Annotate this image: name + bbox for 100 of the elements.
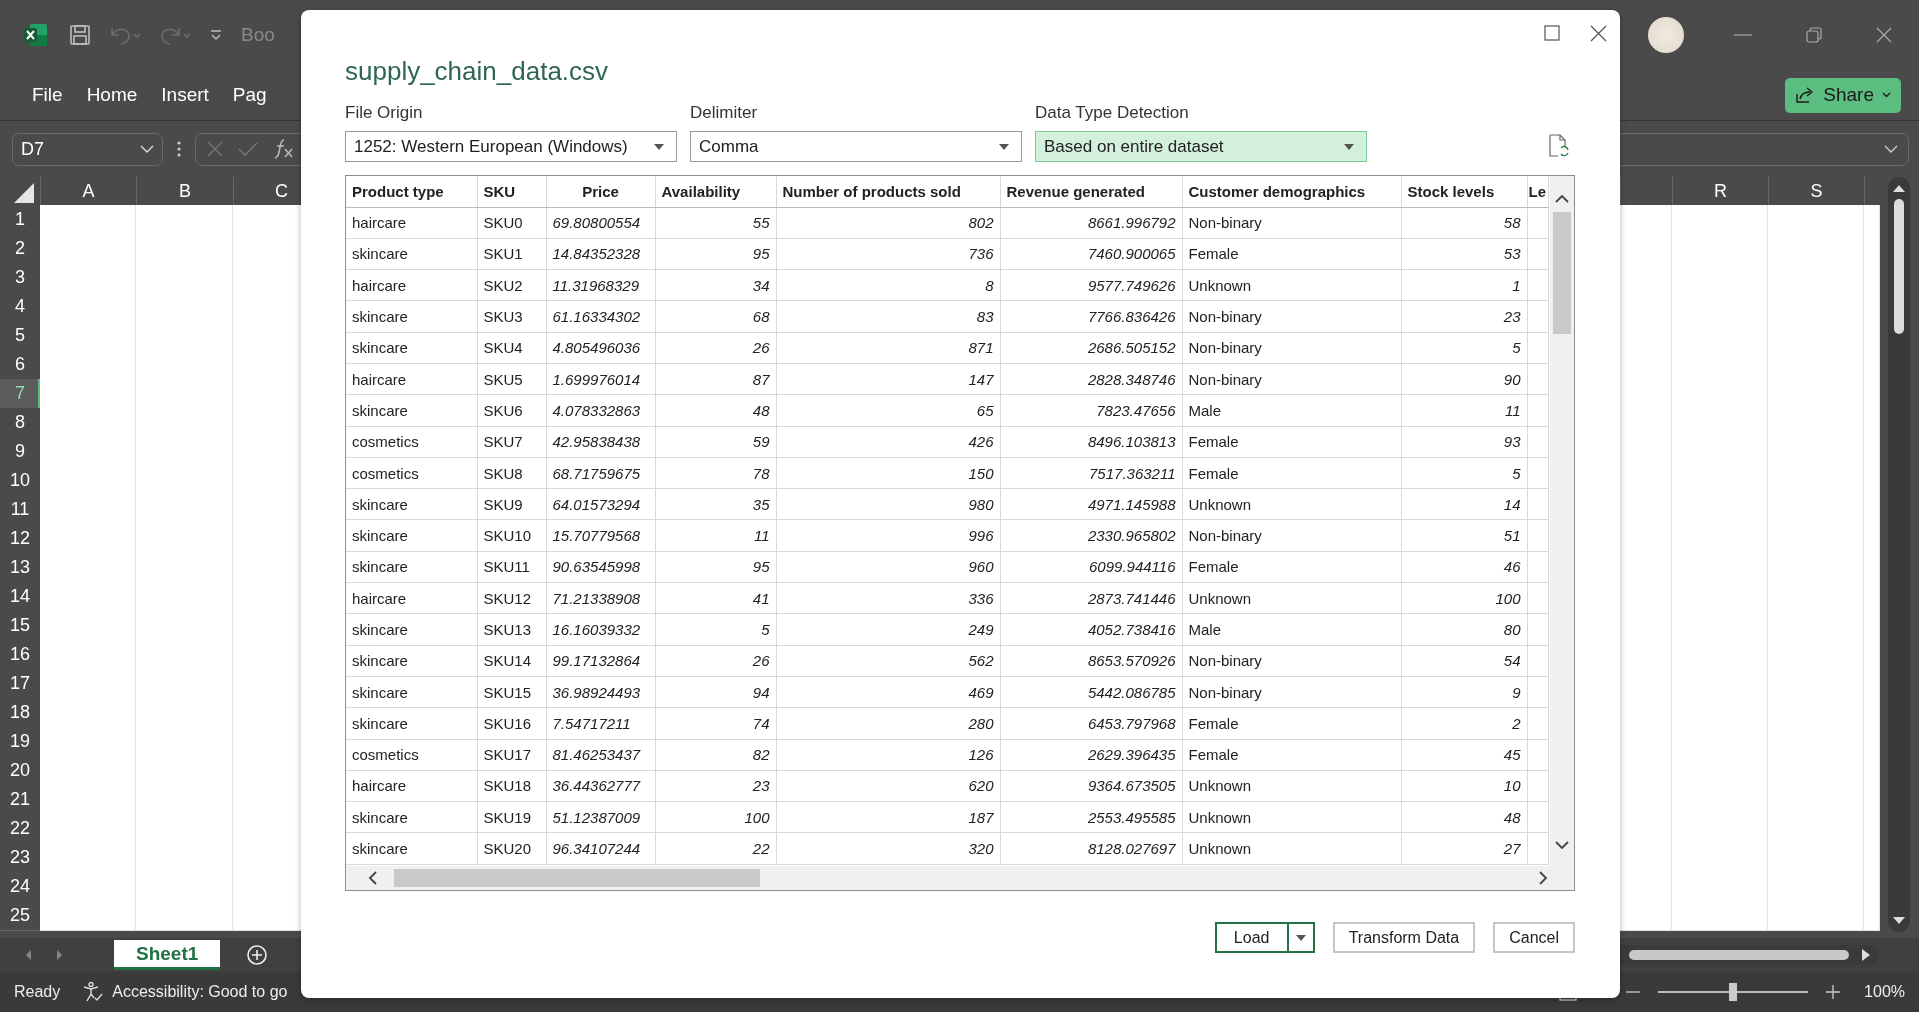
table-cell: SKU5: [477, 363, 546, 395]
table-cell: Female: [1182, 739, 1401, 771]
vertical-scrollbar[interactable]: [1888, 177, 1910, 932]
next-sheet-icon[interactable]: [56, 949, 64, 961]
table-cell: 9577.749626: [1000, 269, 1182, 301]
row-header[interactable]: 7: [0, 379, 40, 409]
customize-icon[interactable]: [209, 28, 223, 42]
table-cell: 5442.086785: [1000, 676, 1182, 708]
minimize-icon[interactable]: [1734, 34, 1752, 36]
grid-cell[interactable]: [1620, 205, 1672, 235]
table-cell: SKU18: [477, 770, 546, 802]
grid-cell[interactable]: [40, 901, 136, 931]
load-button[interactable]: Load: [1216, 924, 1289, 951]
sheet-tab[interactable]: Sheet1: [114, 940, 221, 970]
table-cell: 41: [655, 582, 776, 614]
expand-icon[interactable]: [1884, 145, 1898, 153]
table-cell: 2330.965802: [1000, 519, 1182, 552]
cancel-icon[interactable]: [206, 140, 224, 158]
scroll-down-icon[interactable]: [1555, 840, 1569, 850]
status-text: Ready: [14, 983, 61, 1001]
scroll-thumb[interactable]: [1629, 950, 1849, 960]
function-icon[interactable]: [272, 138, 294, 160]
table-cell: skincare: [346, 551, 477, 583]
table-cell: 187: [776, 801, 1000, 833]
grid-cell[interactable]: [40, 205, 136, 235]
dialog-button[interactable]: Cancel: [1493, 922, 1575, 953]
table-cell: haircare: [346, 582, 477, 614]
dropdown-arrow-icon[interactable]: [1295, 934, 1306, 941]
table-cell: SKU2: [477, 269, 546, 301]
scroll-up-icon[interactable]: [1555, 194, 1569, 204]
add-sheet-icon[interactable]: [246, 944, 269, 966]
check-icon[interactable]: [238, 141, 258, 157]
ribbon-tab[interactable]: Home: [86, 84, 138, 106]
table-cell: SKU17: [477, 739, 546, 771]
previous-sheet-icon[interactable]: [24, 949, 32, 961]
table-cell: Unknown: [1182, 832, 1401, 865]
table-cell: 96.34107244: [546, 832, 655, 865]
table-cell: 99.17132864: [546, 645, 655, 677]
scroll-left-icon[interactable]: [368, 871, 378, 885]
scroll-right-icon[interactable]: [1538, 871, 1548, 885]
table-cell: 8496.103813: [1000, 426, 1182, 458]
table-cell: skincare: [346, 676, 477, 708]
grid-cell[interactable]: [1672, 901, 1768, 931]
table-cell: 2553.495585: [1000, 801, 1182, 833]
grid-cell[interactable]: [1864, 901, 1880, 931]
accessibility-status[interactable]: Accessibility: Good to go: [112, 983, 288, 1001]
chevron-icon[interactable]: [140, 145, 154, 153]
table-cell: 5: [1401, 457, 1527, 489]
grid-cell[interactable]: [136, 901, 233, 931]
ribbon-tab[interactable]: Pag: [232, 84, 267, 106]
table-cell: 26: [655, 645, 776, 677]
grid-cell[interactable]: [1864, 205, 1880, 235]
row-header[interactable]: 25: [0, 901, 40, 931]
grid-cell[interactable]: [136, 205, 233, 235]
scroll-right-icon[interactable]: [1861, 948, 1871, 962]
table-cell: haircare: [346, 363, 477, 395]
grid-cell[interactable]: [1672, 205, 1768, 235]
table-cell: skincare: [346, 707, 477, 740]
name-box[interactable]: D7: [12, 132, 163, 166]
table-cell: 87: [655, 363, 776, 395]
table-cell: SKU3: [477, 300, 546, 333]
grid-cell[interactable]: [1768, 205, 1864, 235]
zoom-in-icon[interactable]: [1826, 985, 1841, 999]
refresh-icon[interactable]: [1549, 134, 1569, 158]
scroll-up-icon[interactable]: [1892, 183, 1906, 193]
table-cell: Non-binary: [1182, 207, 1401, 239]
vertical-scrollbar[interactable]: [1550, 176, 1574, 866]
horizontal-scrollbar[interactable]: [346, 866, 1574, 890]
spreadsheet-logo-icon: [23, 22, 49, 48]
table-cell: 426: [776, 426, 1000, 458]
accessibility-icon[interactable]: [82, 981, 105, 1003]
table-cell: 960: [776, 551, 1000, 583]
dropdown[interactable]: Based on entire dataset: [1035, 131, 1367, 162]
scroll-down-icon[interactable]: [1892, 916, 1906, 926]
ribbon-tab[interactable]: File: [32, 84, 63, 106]
column-header: Customer demographics: [1182, 176, 1401, 207]
share-button[interactable]: Share: [1785, 77, 1901, 113]
table-cell: 280: [776, 707, 1000, 740]
close-icon[interactable]: [1876, 27, 1892, 43]
restore-icon[interactable]: [1806, 27, 1822, 43]
dropdown[interactable]: 1252: Western European (Windows): [345, 131, 677, 162]
column-header: Availability: [655, 176, 776, 207]
scroll-thumb[interactable]: [394, 869, 760, 887]
table-cell: SKU0: [477, 207, 546, 239]
field-label: Delimiter: [690, 102, 759, 124]
dialog-button[interactable]: Transform Data: [1332, 922, 1476, 953]
close-icon[interactable]: [1590, 24, 1607, 42]
ribbon-tab[interactable]: Insert: [161, 84, 209, 106]
more-icon[interactable]: [177, 141, 181, 157]
avatar-icon[interactable]: [1648, 17, 1684, 53]
grid-cell[interactable]: [1620, 901, 1672, 931]
dropdown[interactable]: Comma: [690, 131, 1022, 162]
table-cell: 81.46253437: [546, 739, 655, 771]
zoom-level[interactable]: 100%: [1864, 983, 1905, 1001]
table-cell: 69.80800554: [546, 207, 655, 239]
grid-cell[interactable]: [1768, 901, 1864, 931]
scroll-thumb[interactable]: [1894, 199, 1904, 334]
maximize-icon[interactable]: [1544, 25, 1560, 41]
scroll-thumb[interactable]: [1553, 212, 1571, 334]
save-icon[interactable]: [69, 24, 91, 46]
